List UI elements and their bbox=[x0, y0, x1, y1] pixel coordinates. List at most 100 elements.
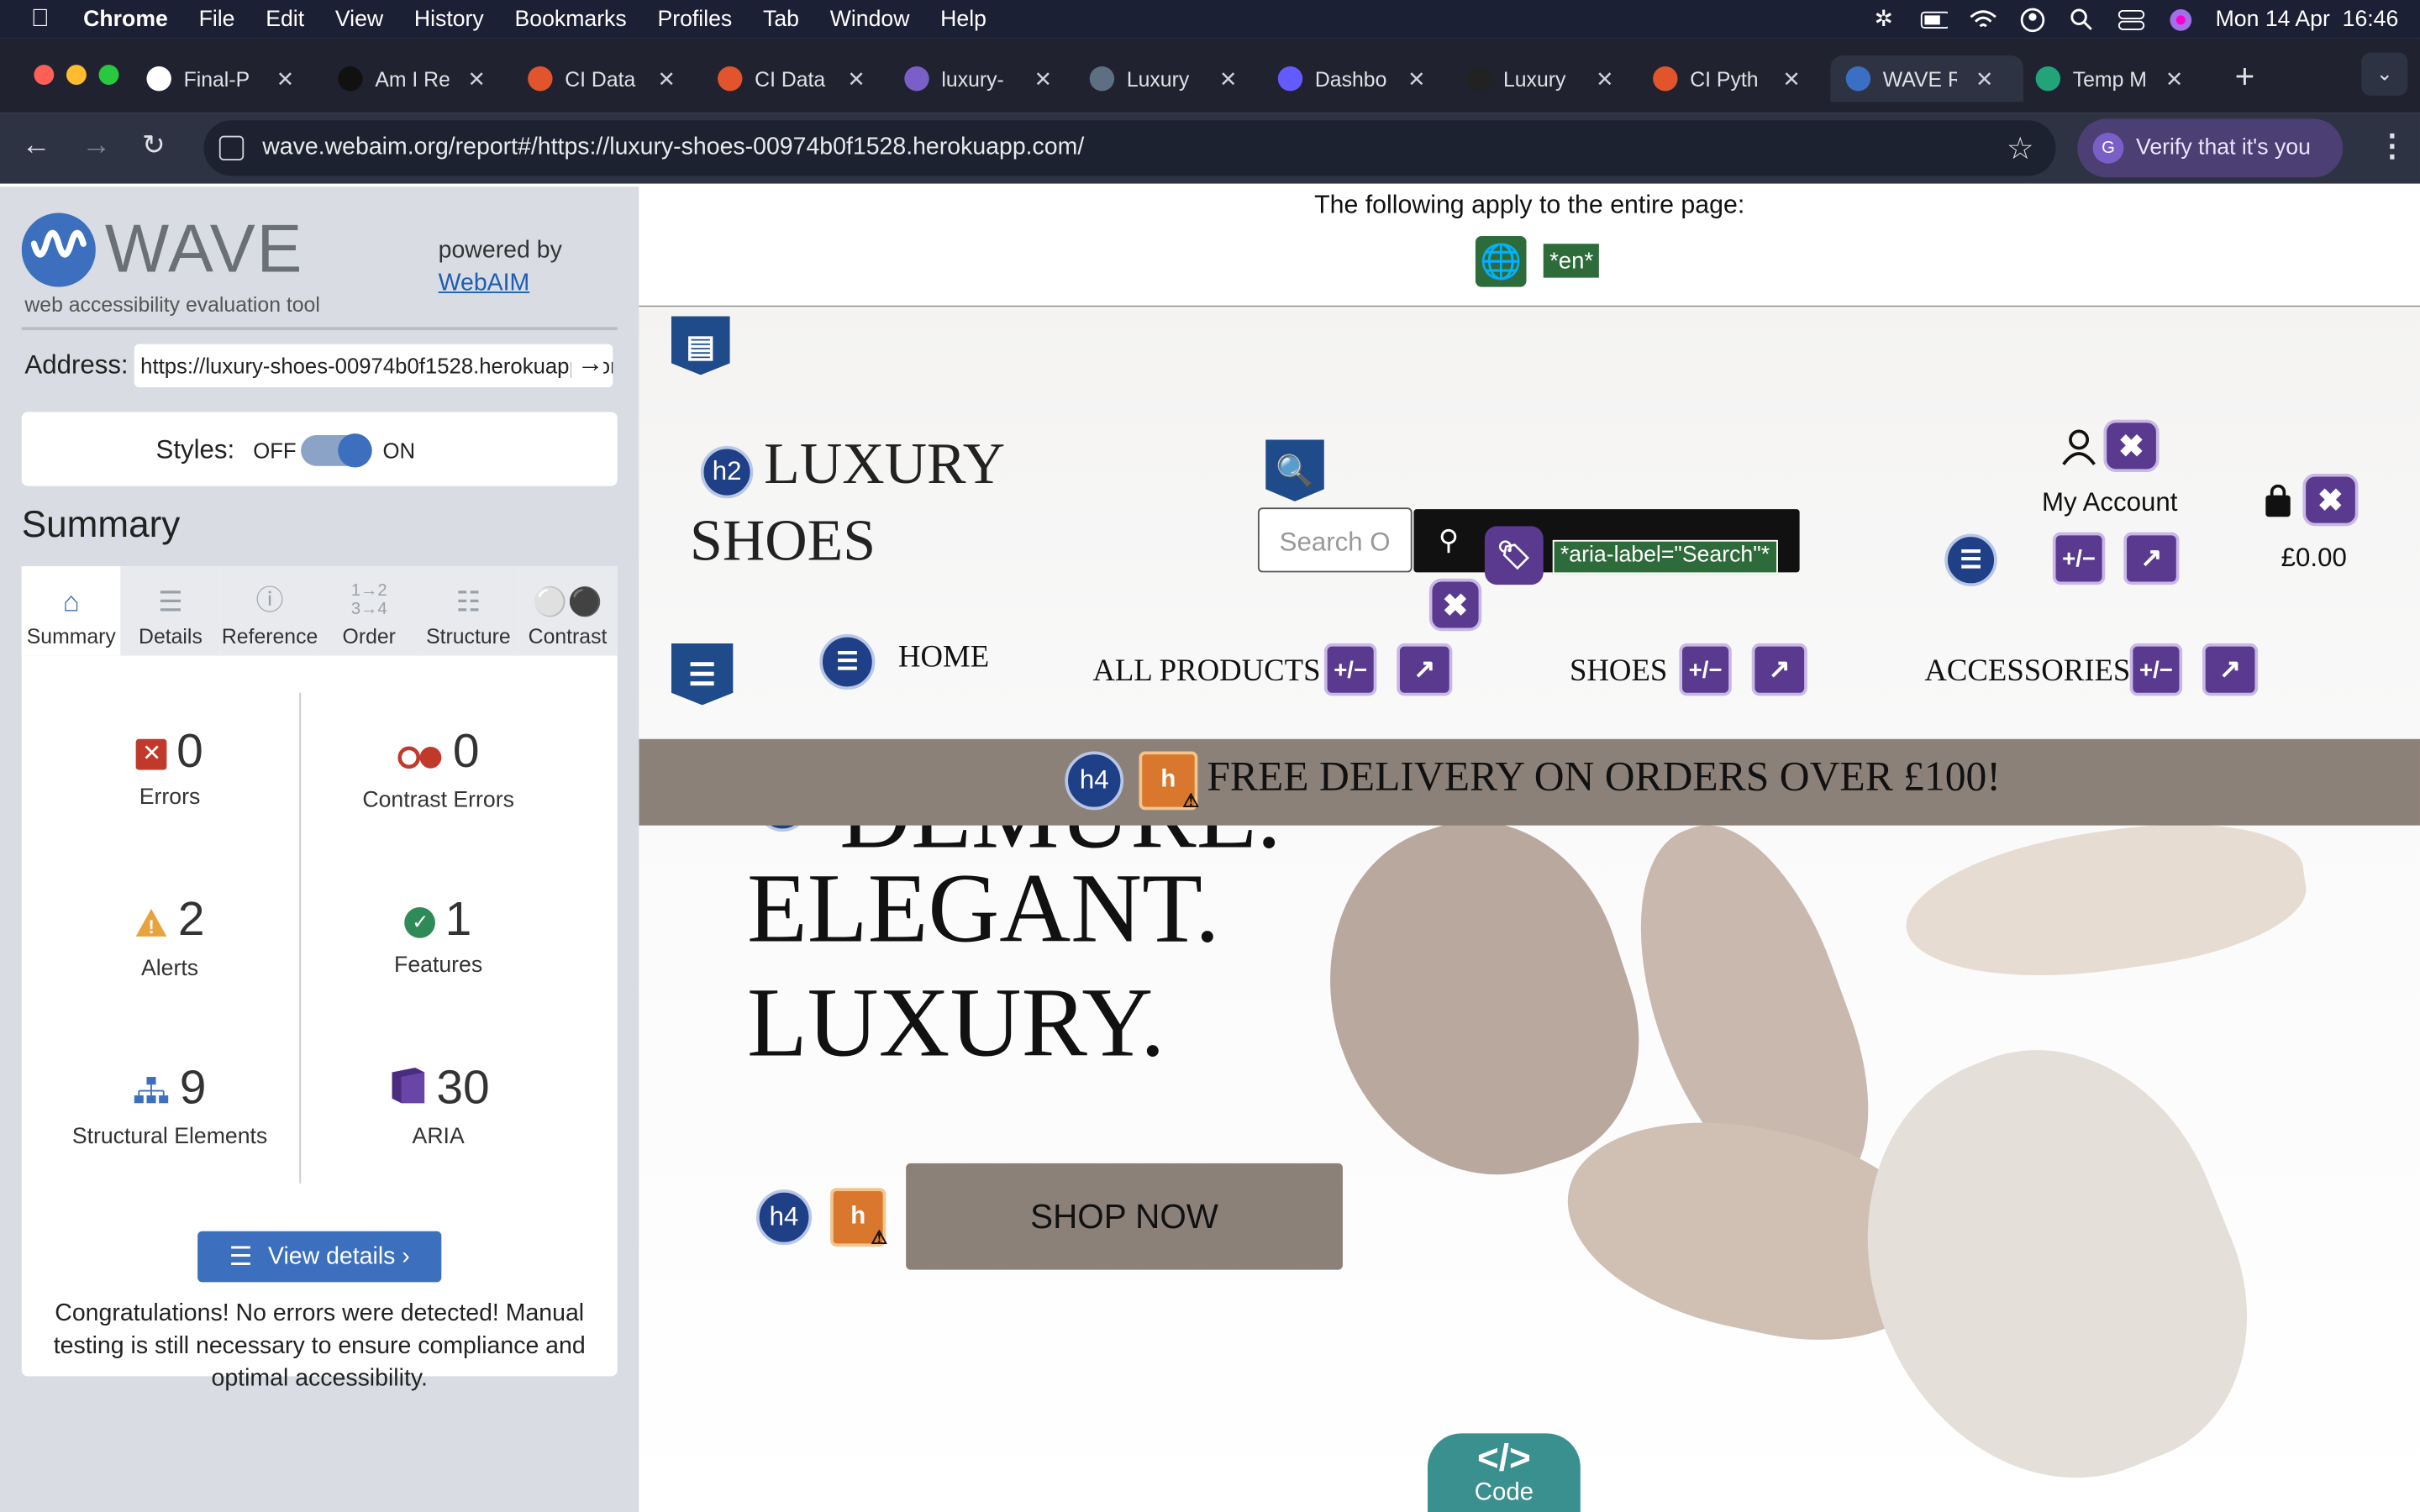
account-user-icon[interactable] bbox=[2062, 429, 2096, 474]
account-aria-hidden-icon[interactable]: ✖ bbox=[2103, 419, 2160, 473]
menu-help[interactable]: Help bbox=[940, 7, 986, 31]
new-tab-button[interactable]: + bbox=[2235, 57, 2255, 97]
contrast-errors-stat[interactable]: 0 Contrast Errors bbox=[299, 723, 577, 812]
all-products-popup-icon[interactable]: ↗ bbox=[1397, 643, 1453, 696]
menu-app-name[interactable]: Chrome bbox=[83, 7, 168, 31]
nav-home[interactable]: HOME bbox=[898, 640, 989, 675]
browser-tab[interactable]: CI Data ✕ bbox=[528, 55, 710, 102]
menu-window[interactable]: Window bbox=[830, 7, 910, 31]
browser-tab[interactable]: Temp M ✕ bbox=[2035, 55, 2218, 102]
close-tab-icon[interactable]: ✕ bbox=[1407, 66, 1426, 92]
shoes-expanded-icon[interactable]: +/− bbox=[1679, 643, 1732, 696]
browser-tab[interactable]: WAVE R ✕ bbox=[1830, 55, 2023, 102]
structural-stat[interactable]: 9 Structural Elements bbox=[31, 1060, 309, 1149]
styles-toggle[interactable] bbox=[301, 433, 372, 468]
menu-bookmarks[interactable]: Bookmarks bbox=[514, 7, 626, 31]
browser-tab[interactable]: CI Pyth ✕ bbox=[1653, 55, 1835, 102]
verify-identity-chip[interactable]: G Verify that it's you bbox=[2077, 118, 2344, 178]
address-bar[interactable]: wave.webaim.org/report#/https://luxury-s… bbox=[203, 120, 2056, 176]
browser-tab[interactable]: Luxury ✕ bbox=[1465, 55, 1649, 102]
shopping-bag-icon[interactable] bbox=[2263, 484, 2294, 527]
maximize-window-icon[interactable] bbox=[98, 65, 119, 86]
browser-tab[interactable]: Dashbo ✕ bbox=[1277, 55, 1460, 102]
aria-hidden-close-icon[interactable]: ✖ bbox=[1428, 578, 1482, 632]
bookmark-star-icon[interactable]: ☆ bbox=[2007, 129, 2034, 168]
menu-history[interactable]: History bbox=[414, 7, 484, 31]
apple-icon[interactable]:  bbox=[31, 5, 50, 33]
accessories-expanded-icon[interactable]: +/− bbox=[2129, 643, 2183, 696]
tab-details[interactable]: ☰ Details bbox=[120, 566, 221, 656]
tab-structure[interactable]: ☷ Structure bbox=[418, 566, 518, 656]
shoes-popup-icon[interactable]: ↗ bbox=[1751, 643, 1807, 696]
webaim-link[interactable]: WebAIM bbox=[439, 270, 530, 297]
view-details-button[interactable]: ☰ View details › bbox=[197, 1231, 442, 1283]
browser-tab[interactable]: CI Data ✕ bbox=[718, 55, 900, 102]
browser-tab[interactable]: Luxury ✕ bbox=[1089, 55, 1272, 102]
features-stat[interactable]: ✓ 1 Features bbox=[299, 892, 577, 979]
menu-file[interactable]: File bbox=[199, 7, 235, 31]
delivery-h4-icon[interactable]: h4 bbox=[1065, 751, 1124, 811]
wifi-icon[interactable] bbox=[1969, 8, 1996, 30]
my-account-link[interactable]: My Account bbox=[2042, 487, 2177, 518]
close-tab-icon[interactable]: ✕ bbox=[1975, 66, 1994, 92]
address-input[interactable]: https://luxury-shoes-00974b0f1528.heroku… bbox=[134, 344, 613, 388]
h2-heading-icon[interactable]: h2 bbox=[700, 445, 754, 499]
alerts-stat[interactable]: ! 2 Alerts bbox=[31, 892, 309, 981]
browser-tab[interactable]: Final-P ✕ bbox=[146, 55, 329, 102]
battery-icon[interactable] bbox=[1919, 8, 1948, 30]
site-info-icon[interactable] bbox=[218, 135, 245, 161]
account-expanded-icon[interactable]: +/− bbox=[2052, 532, 2106, 585]
accessories-popup-icon[interactable]: ↗ bbox=[2202, 643, 2259, 696]
all-products-expanded-icon[interactable]: +/− bbox=[1323, 643, 1377, 696]
spotlight-search-icon[interactable] bbox=[2067, 8, 2095, 30]
close-tab-icon[interactable]: ✕ bbox=[1219, 66, 1238, 92]
shop-skipped-heading-alert-icon[interactable]: h ⚠ bbox=[830, 1188, 887, 1248]
brand-line-2[interactable]: SHOES bbox=[690, 507, 876, 575]
forward-icon[interactable]: → bbox=[82, 129, 111, 163]
shop-h4-icon[interactable]: h4 bbox=[755, 1189, 813, 1246]
bluetooth-icon[interactable]: ✲ bbox=[1870, 7, 1897, 31]
nav-all-products[interactable]: ALL PRODUCTS bbox=[1092, 654, 1320, 690]
language-globe-icon[interactable]: 🌐 bbox=[1475, 236, 1527, 287]
minimize-window-icon[interactable] bbox=[66, 65, 87, 86]
browser-menu-icon[interactable]: ⋮ bbox=[2377, 127, 2408, 165]
search-input[interactable]: Search O bbox=[1257, 507, 1413, 573]
close-tab-icon[interactable]: ✕ bbox=[2165, 66, 2184, 92]
brand-line-1[interactable]: LUXURY bbox=[764, 430, 1005, 498]
shop-now-button[interactable]: SHOP NOW bbox=[906, 1163, 1343, 1270]
tab-summary[interactable]: ⌂ Summary bbox=[21, 566, 121, 656]
tab-reference[interactable]: ⓘ Reference bbox=[220, 566, 320, 656]
back-icon[interactable]: ← bbox=[22, 129, 51, 163]
close-tab-icon[interactable]: ✕ bbox=[847, 66, 865, 92]
siri-icon[interactable] bbox=[2166, 8, 2194, 30]
close-tab-icon[interactable]: ✕ bbox=[468, 66, 487, 92]
menu-edit[interactable]: Edit bbox=[266, 7, 304, 31]
close-tab-icon[interactable]: ✕ bbox=[1596, 66, 1614, 92]
cart-aria-hidden-icon[interactable]: ✖ bbox=[2302, 473, 2359, 527]
code-toggle-button[interactable]: </> Code bbox=[1427, 1433, 1581, 1512]
nav-list-icon[interactable]: ☰ bbox=[819, 633, 876, 690]
navigation-landmark-icon[interactable]: ☰ bbox=[671, 643, 734, 706]
cart-total[interactable]: £0.00 bbox=[2281, 543, 2347, 575]
clock[interactable]: Mon 14 Apr 16:46 bbox=[2216, 7, 2399, 31]
browser-tab[interactable]: Am I Re ✕ bbox=[338, 55, 520, 102]
nav-accessories[interactable]: ACCESSORIES bbox=[1924, 654, 2130, 690]
aria-label-tag-icon[interactable]: 🏷 bbox=[1484, 526, 1544, 585]
aria-stat[interactable]: 30 ARIA bbox=[299, 1060, 577, 1149]
delivery-skipped-heading-alert-icon[interactable]: h ⚠ bbox=[1139, 751, 1199, 811]
account-popup-icon[interactable]: ↗ bbox=[2123, 532, 2180, 585]
errors-stat[interactable]: ✕ 0 Errors bbox=[31, 723, 309, 810]
reload-icon[interactable]: ↻ bbox=[142, 129, 166, 162]
user-circle-icon[interactable] bbox=[2018, 7, 2046, 32]
search-landmark-icon[interactable]: 🔍 bbox=[1265, 439, 1324, 501]
close-tab-icon[interactable]: ✕ bbox=[657, 66, 676, 92]
close-window-icon[interactable] bbox=[34, 65, 55, 86]
tab-contrast[interactable]: ⚪⚫ Contrast bbox=[518, 566, 618, 656]
menu-view[interactable]: View bbox=[335, 7, 383, 31]
nav-shoes[interactable]: SHOES bbox=[1570, 654, 1667, 690]
go-arrow-icon[interactable]: → bbox=[571, 349, 604, 380]
close-tab-icon[interactable]: ✕ bbox=[276, 66, 295, 92]
close-tab-icon[interactable]: ✕ bbox=[1782, 66, 1801, 92]
menu-profiles[interactable]: Profiles bbox=[657, 7, 732, 31]
menu-tab[interactable]: Tab bbox=[763, 7, 799, 31]
